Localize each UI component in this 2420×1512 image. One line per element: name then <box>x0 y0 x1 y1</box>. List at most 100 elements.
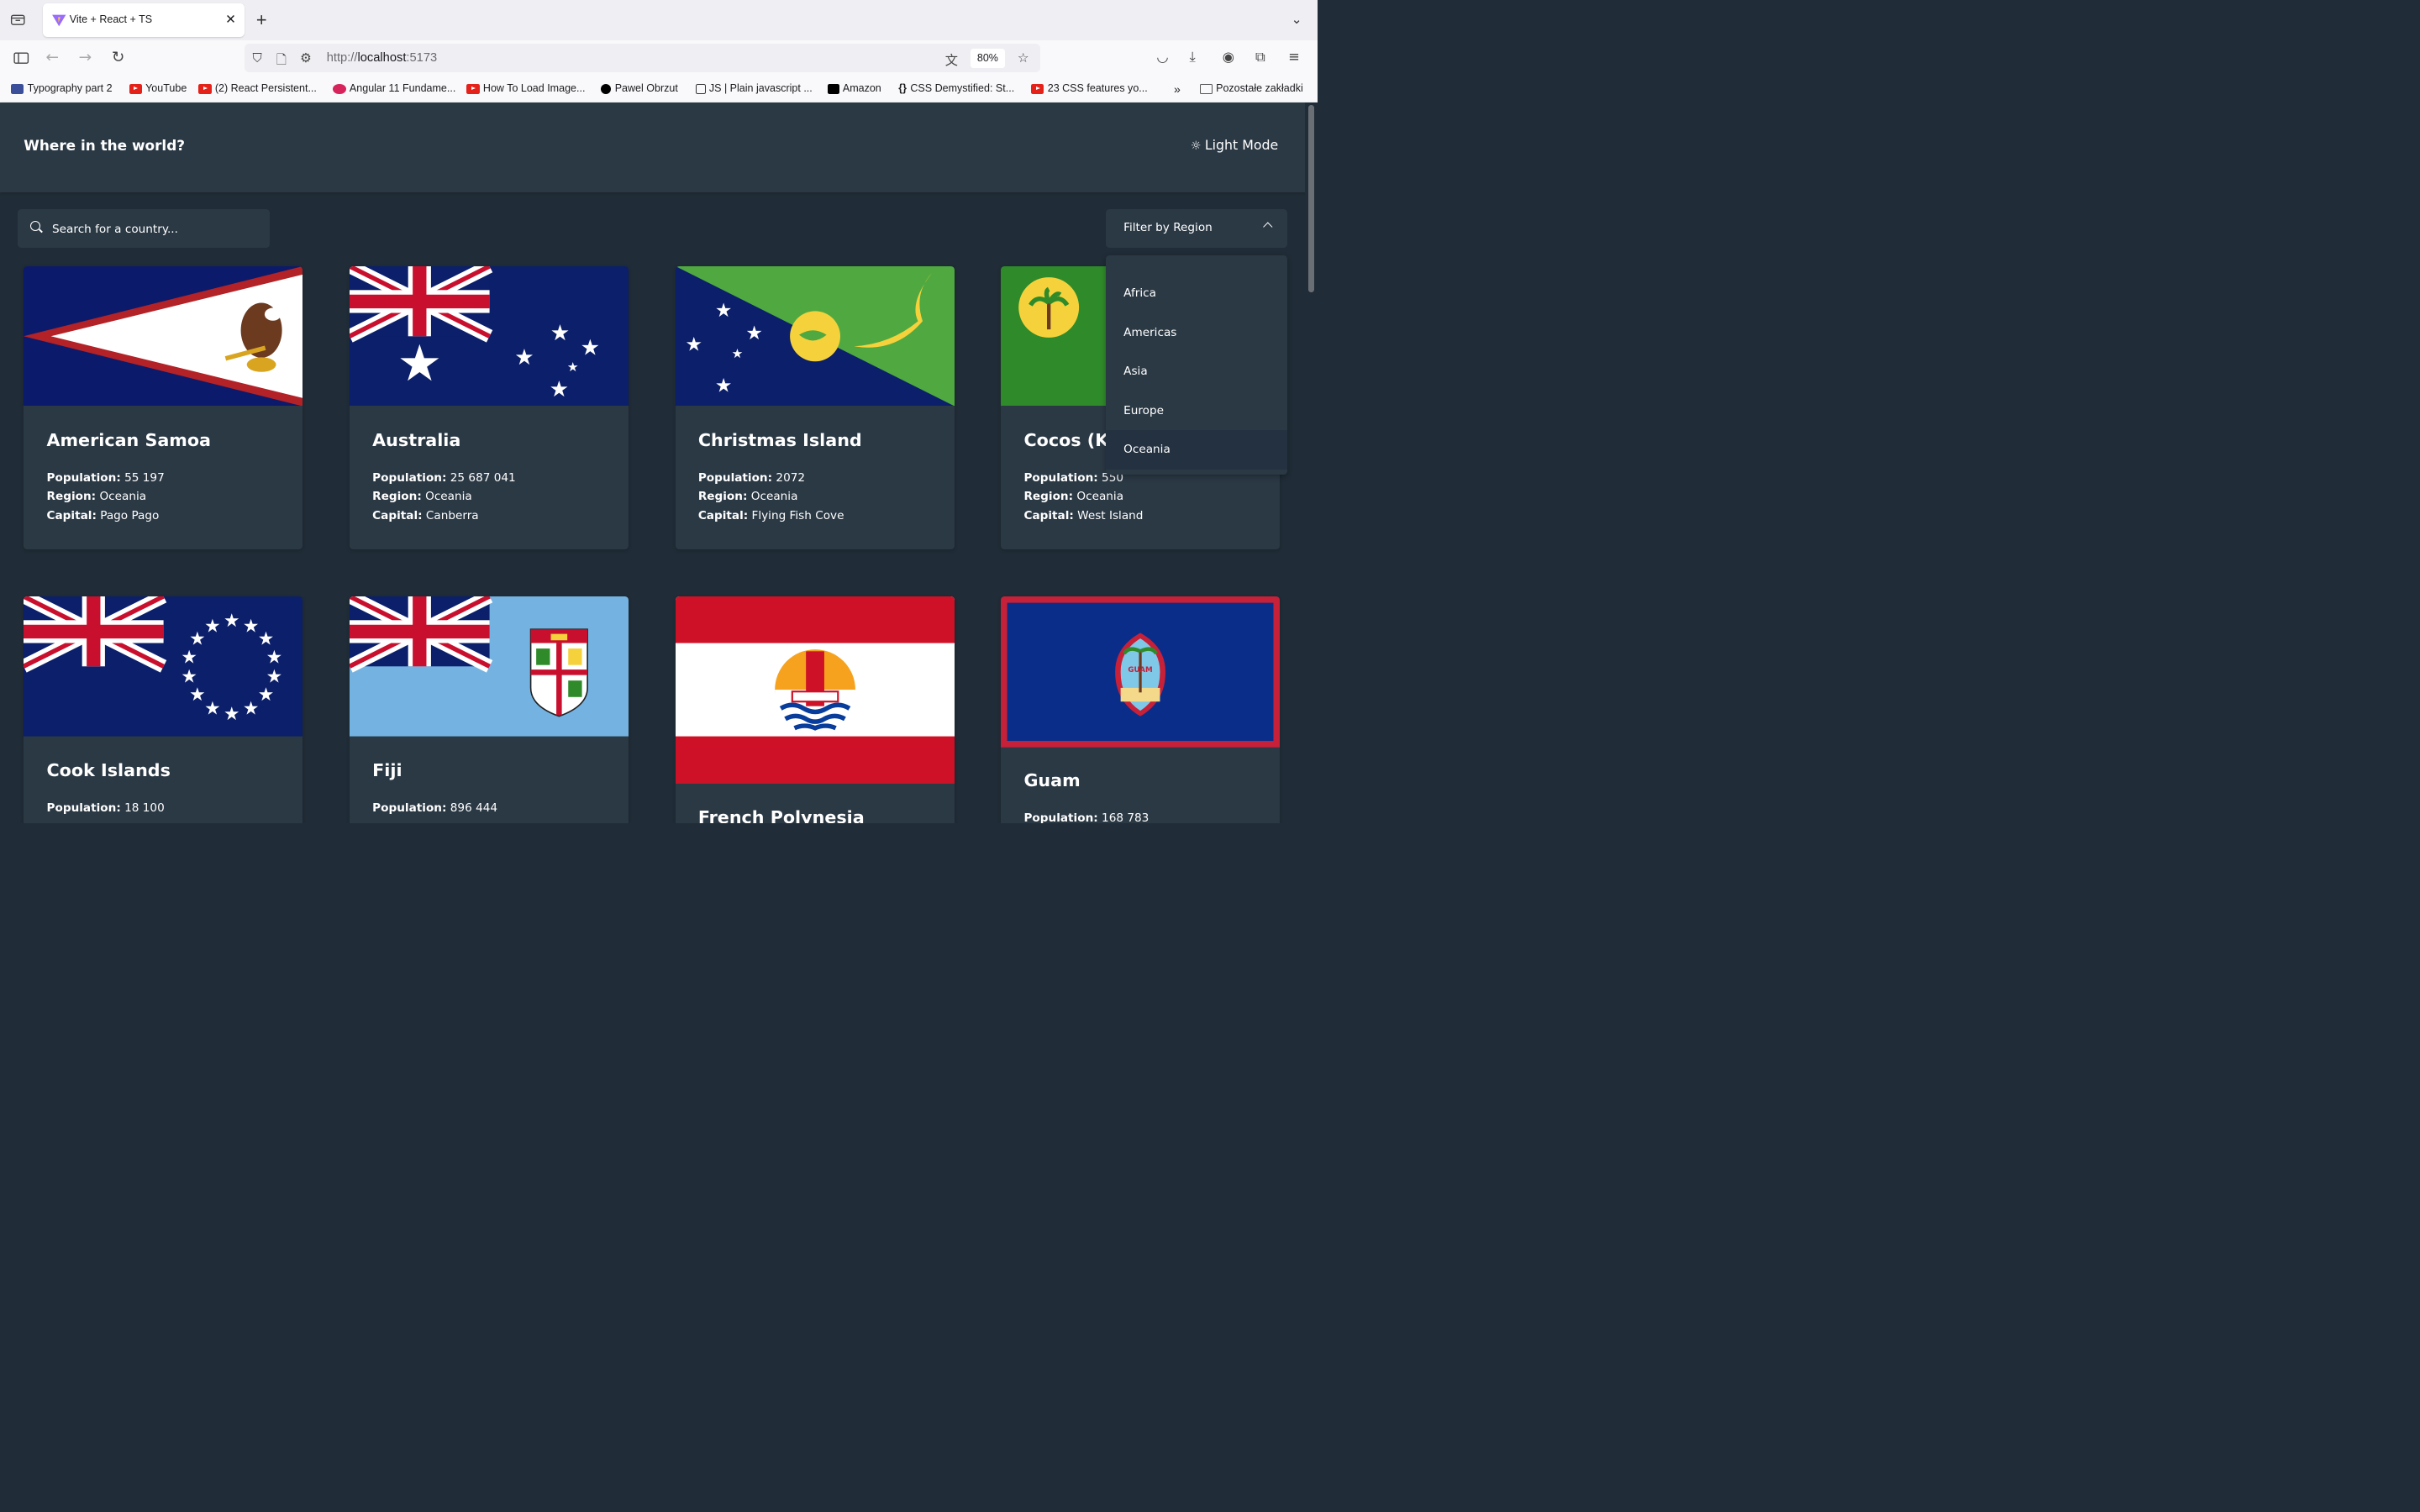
translate-icon[interactable]: 文 <box>945 50 958 69</box>
population-value: 18 100 <box>124 801 165 816</box>
country-card[interactable]: ★ ★ ★ ★ ★ ★ ★ ★ ★ ★ ★ ★ ★ ★ Cook Islands Populati… <box>24 596 303 823</box>
region-option-asia[interactable]: Asia <box>1106 352 1287 391</box>
bookmarks-bar: Typography part 2 YouTube (2) React Pers… <box>0 76 1318 103</box>
search-box[interactable] <box>17 209 271 249</box>
sidebar-toggle-icon[interactable] <box>13 51 29 65</box>
svg-text:★: ★ <box>581 335 600 360</box>
bookmark-item[interactable]: {} CSS Demystified: St... <box>898 82 1014 94</box>
bookmark-item[interactable]: Typography part 2 <box>11 82 113 94</box>
country-card[interactable]: American Samoa Population: 55 197 Region… <box>24 265 303 550</box>
country-info: Population: 18 100 <box>47 799 165 818</box>
app-root: Where in the world? ☼Light Mode Filter b… <box>0 102 1318 823</box>
reload-icon[interactable]: ↻ <box>112 49 125 66</box>
country-info: Population: 25 687 041 Region: Oceania C… <box>372 469 516 527</box>
sun-icon: ☼ <box>1190 139 1202 154</box>
svg-text:★: ★ <box>189 629 206 650</box>
shield-icon[interactable]: ⛉ <box>253 50 262 66</box>
bookmark-item[interactable]: YouTube <box>129 82 187 94</box>
zoom-level[interactable]: 80% <box>971 48 1005 68</box>
svg-text:★: ★ <box>204 617 221 638</box>
pawel-icon <box>601 83 612 94</box>
youtube-icon <box>1031 83 1044 94</box>
youtube-icon <box>198 83 212 94</box>
bookmark-item[interactable]: Amazon <box>828 82 881 94</box>
region-option-europe[interactable]: Europe <box>1106 391 1287 430</box>
country-name: Cook Islands <box>46 760 171 781</box>
region-label: Region: <box>697 490 748 504</box>
tab-list-icon[interactable] <box>10 13 26 26</box>
bookmark-item[interactable]: 23 CSS features yo... <box>1031 82 1148 94</box>
tab-title: Vite + React + TS <box>69 13 153 26</box>
svg-text:★: ★ <box>182 648 198 669</box>
forward-icon[interactable]: → <box>79 49 92 66</box>
bookmark-item[interactable]: (2) React Persistent... <box>198 82 317 94</box>
region-filter[interactable]: Filter by Region <box>1106 209 1288 249</box>
population-value: 55 197 <box>124 470 165 485</box>
country-info: Population: 2072 Region: Oceania Capital… <box>698 469 844 527</box>
page-icon[interactable]: 🗋 <box>276 50 287 72</box>
population-value: 896 444 <box>450 801 498 816</box>
permissions-icon[interactable]: ⚙ <box>300 50 312 66</box>
country-card[interactable]: French Polynesia <box>675 596 955 823</box>
svg-text:★: ★ <box>243 617 260 638</box>
bookmark-item[interactable]: How To Load Image... <box>466 82 585 94</box>
country-info: Population: 55 197 Region: Oceania Capit… <box>47 469 165 527</box>
bookmark-item[interactable]: JS | Plain javascript ... <box>695 82 813 94</box>
capital-value: Flying Fish Cove <box>751 509 844 523</box>
page-scrollbar[interactable] <box>1304 102 1318 823</box>
country-name: Fiji <box>372 760 402 781</box>
more-bookmarks-icon[interactable]: » <box>1174 82 1181 96</box>
account-icon[interactable]: ◉ <box>1223 49 1234 65</box>
svg-text:★: ★ <box>514 345 534 370</box>
star-icon[interactable]: ☆ <box>1018 50 1029 66</box>
url-bar[interactable]: ⛉ 🗋 ⚙ http://localhost:5173 文 80% ☆ <box>244 44 1041 72</box>
menu-icon[interactable]: ≡ <box>1288 49 1300 65</box>
chevron-down-icon[interactable]: ⌄ <box>1292 12 1302 27</box>
braces-icon: {} <box>898 81 908 94</box>
url-text[interactable]: http://localhost:5173 <box>327 51 437 65</box>
browser-tab[interactable]: Vite + React + TS ✕ <box>43 3 245 37</box>
country-name: Guam <box>1023 770 1081 791</box>
scrollbar-thumb[interactable] <box>1308 105 1314 293</box>
flag-image: ★ ★ ★ ★ ★ <box>675 265 955 407</box>
flag-image <box>675 596 955 784</box>
new-tab-icon[interactable]: + <box>256 9 267 31</box>
vite-icon <box>52 14 66 27</box>
country-card[interactable]: ★ ★ ★ ★ ★ Christmas Island Population: 2… <box>675 265 955 550</box>
region-option-africa[interactable]: Africa <box>1106 274 1287 313</box>
browser-tab-bar: Vite + React + TS ✕ + ⌄ <box>0 0 1318 40</box>
region-option-americas[interactable]: Americas <box>1106 312 1287 352</box>
capital-value: West Island <box>1077 509 1144 523</box>
country-card[interactable]: Fiji Population: 896 444 <box>349 596 629 823</box>
svg-text:★: ★ <box>243 699 260 720</box>
flag-image: ★ ★ ★ ★ ★ ★ <box>349 265 629 407</box>
svg-text:★: ★ <box>550 321 570 346</box>
filter-label: Filter by Region <box>1123 221 1213 235</box>
region-value: Oceania <box>1076 490 1124 504</box>
bookmark-item[interactable]: Angular 11 Fundame... <box>333 82 455 94</box>
region-value: Oceania <box>99 490 147 504</box>
search-input[interactable] <box>50 209 264 249</box>
country-card[interactable]: ★ ★ ★ ★ ★ ★ Australia Population: 25 687… <box>349 265 629 550</box>
download-icon[interactable]: ⤓ <box>1190 49 1196 66</box>
svg-text:★: ★ <box>715 300 733 322</box>
theme-toggle[interactable]: ☼ Light Mode <box>1191 137 1278 153</box>
bookmark-folder[interactable]: Pozostałe zakładki <box>1199 82 1303 94</box>
typography-icon <box>11 83 24 94</box>
close-tab-icon[interactable]: ✕ <box>225 12 236 27</box>
svg-text:★: ★ <box>266 648 283 669</box>
population-label: Population: <box>697 470 773 485</box>
svg-text:★: ★ <box>715 375 733 397</box>
region-option-oceania[interactable]: Oceania <box>1106 429 1288 470</box>
bookmark-item[interactable]: Pawel Obrzut <box>601 82 678 94</box>
capital-label: Capital: <box>372 509 423 523</box>
pocket-icon[interactable]: ◡ <box>1156 49 1168 65</box>
capital-label: Capital: <box>697 509 749 523</box>
flag-image: GUAM <box>1001 596 1281 748</box>
country-card[interactable]: GUAM Guam Population: 168 783 <box>1001 596 1281 823</box>
extensions-icon[interactable]: ⧉ <box>1255 49 1265 66</box>
back-icon[interactable]: ← <box>45 49 59 66</box>
svg-text:★: ★ <box>224 704 240 725</box>
svg-text:★: ★ <box>189 685 206 706</box>
region-label: Region: <box>372 490 422 504</box>
